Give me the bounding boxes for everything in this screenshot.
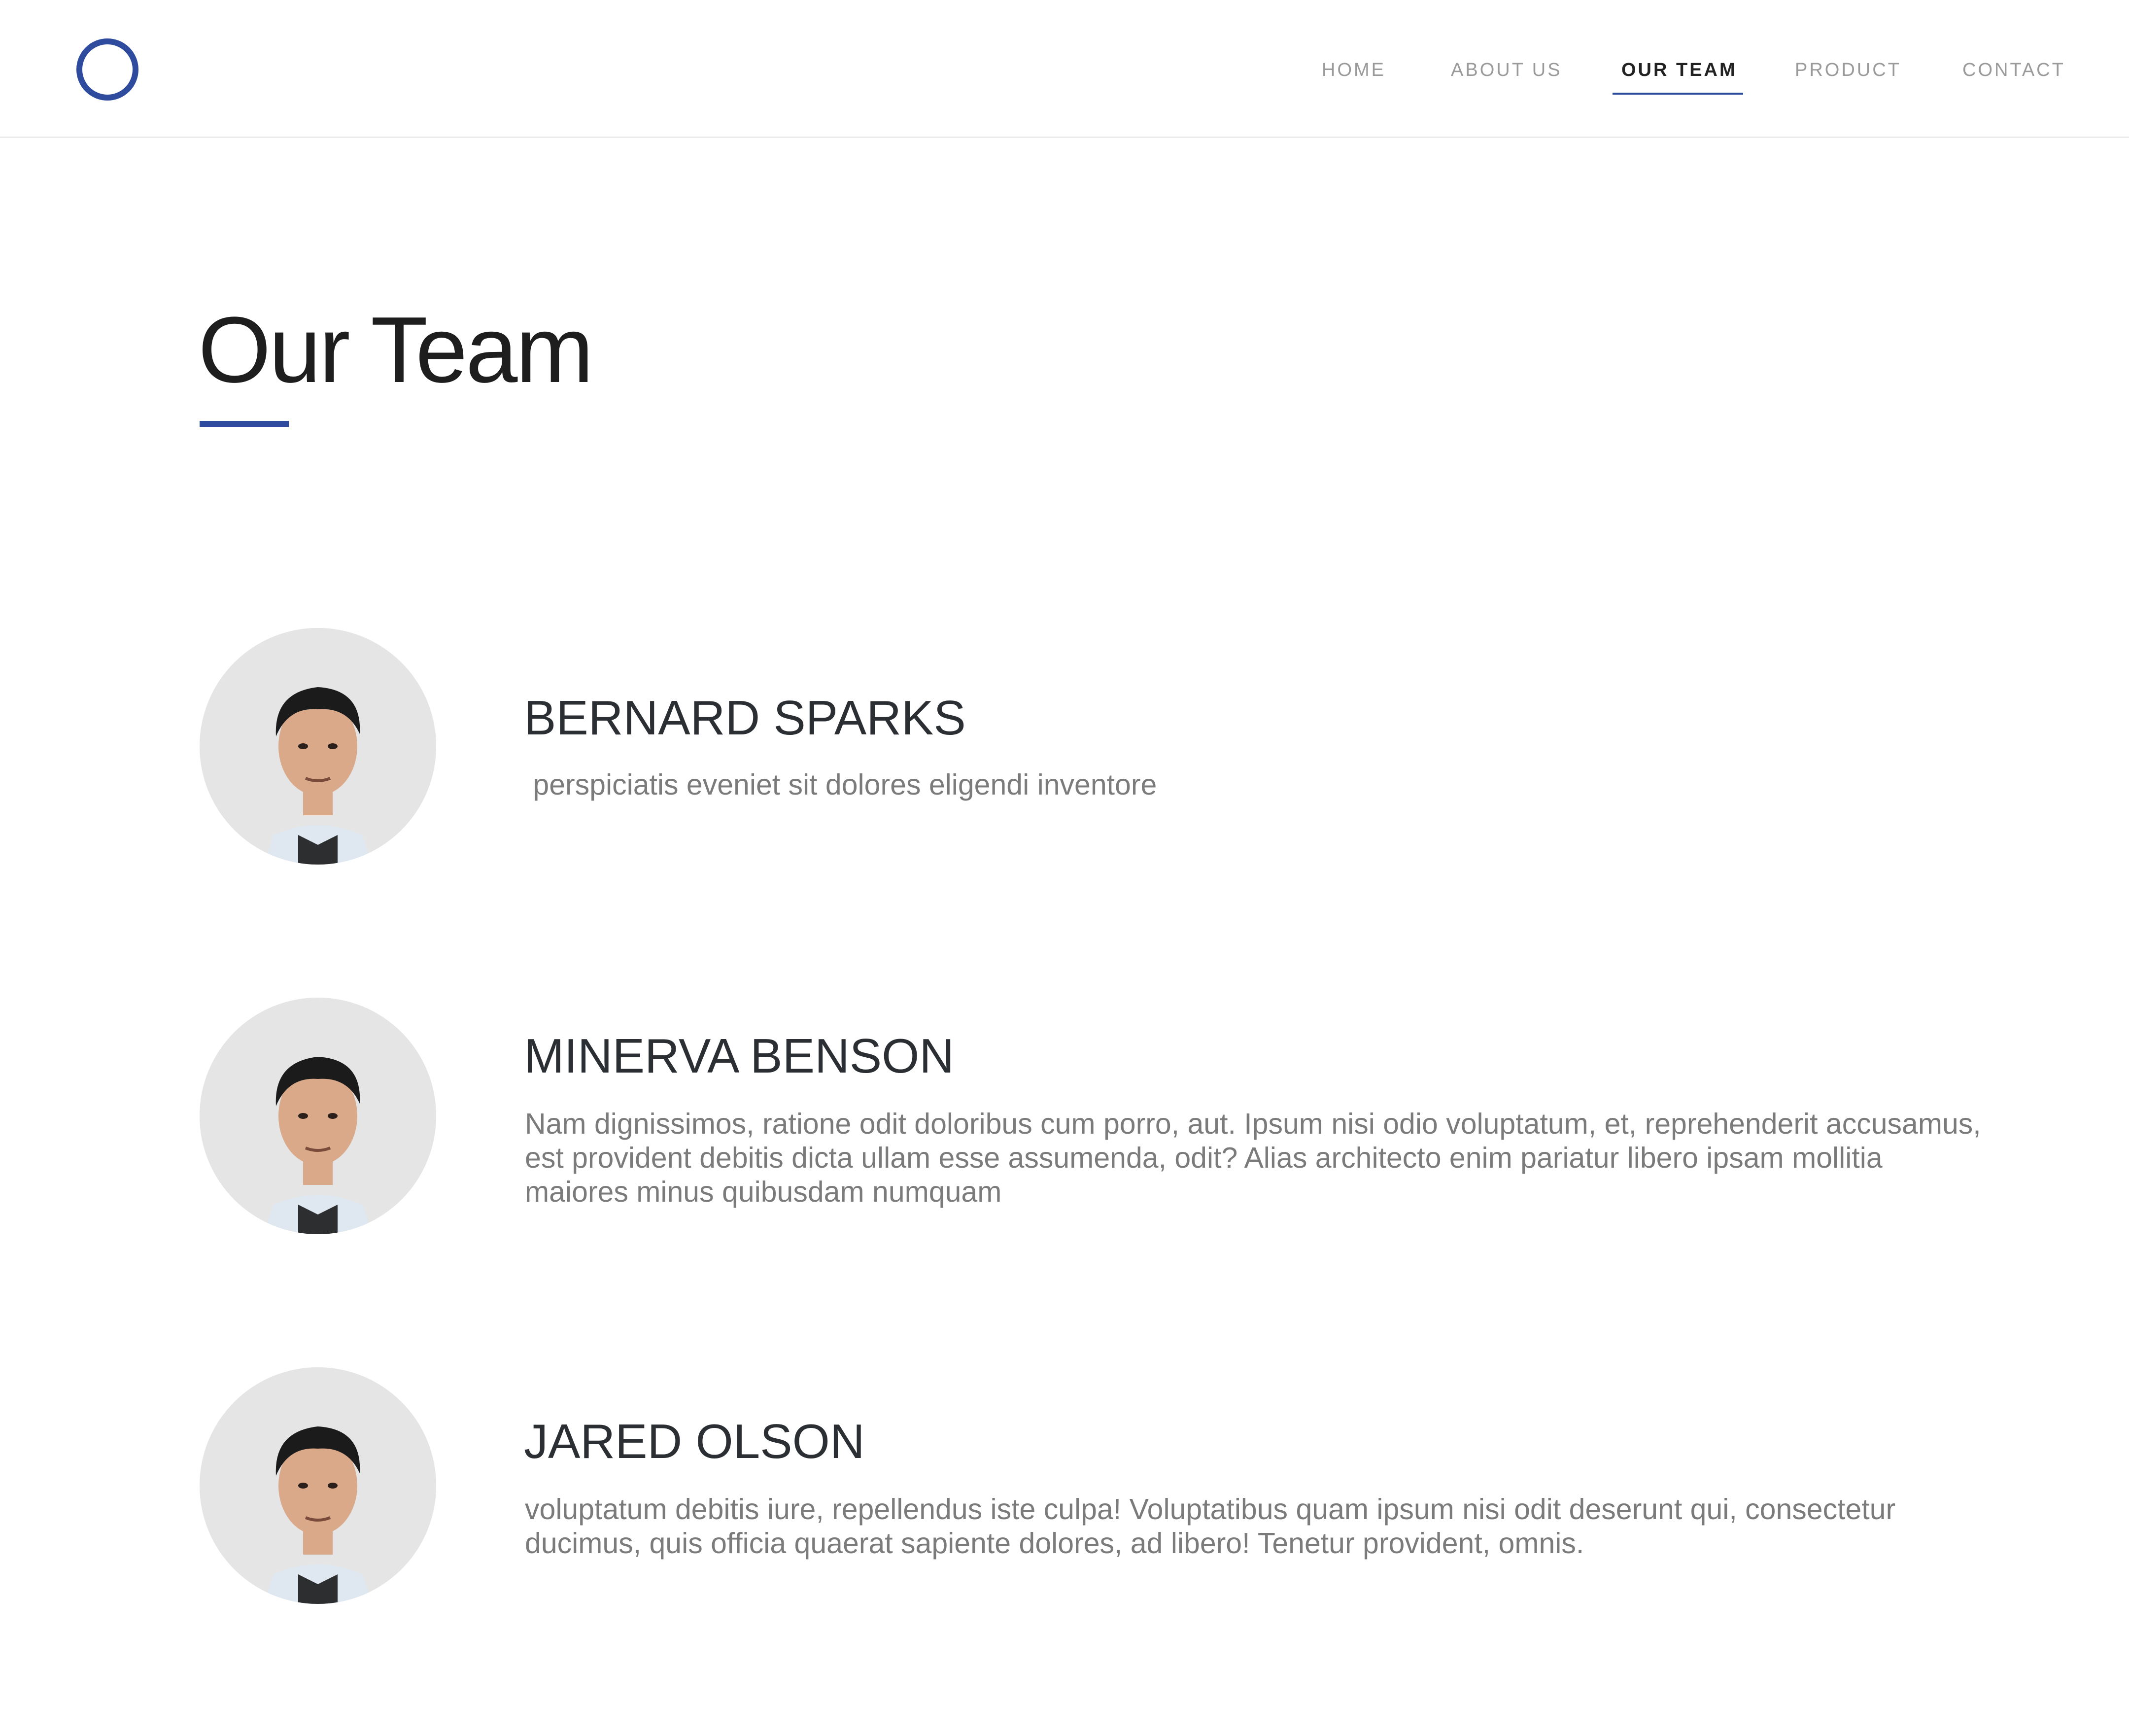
nav-our-team-label: OUR TEAM [1621, 60, 1737, 80]
nav-product[interactable]: PRODUCT [1795, 58, 1901, 82]
member-name: BERNARD SPARKS [524, 691, 966, 745]
member-description: Nam dignissimos, ratione odit doloribus … [525, 1108, 1981, 1208]
member-name: MINERVA BENSON [524, 1029, 955, 1083]
nav-contact[interactable]: CONTACT [1962, 58, 2065, 82]
person-photo [200, 998, 436, 1234]
member-description: perspiciatis eveniet sit dolores eligend… [525, 768, 1157, 801]
page: HOME ABOUT US OUR TEAM PRODUCT CONTACT O… [0, 0, 2129, 1736]
member-name: JARED OLSON [524, 1414, 865, 1468]
nav-active-underline [1613, 93, 1743, 95]
member-description: voluptatum debitis iure, repellendus ist… [525, 1493, 1896, 1560]
avatar [200, 998, 436, 1234]
avatar [200, 1367, 436, 1604]
person-photo [200, 1367, 436, 1604]
nav-home[interactable]: HOME [1322, 58, 1386, 82]
nav-our-team[interactable]: OUR TEAM [1613, 58, 1743, 95]
person-photo [200, 628, 436, 865]
site-header: HOME ABOUT US OUR TEAM PRODUCT CONTACT [0, 0, 2129, 138]
page-title: Our Team [198, 298, 594, 402]
title-accent-bar [200, 421, 289, 427]
ring-logo-icon[interactable] [76, 38, 138, 101]
nav-about-us[interactable]: ABOUT US [1451, 58, 1562, 82]
avatar [200, 628, 436, 865]
